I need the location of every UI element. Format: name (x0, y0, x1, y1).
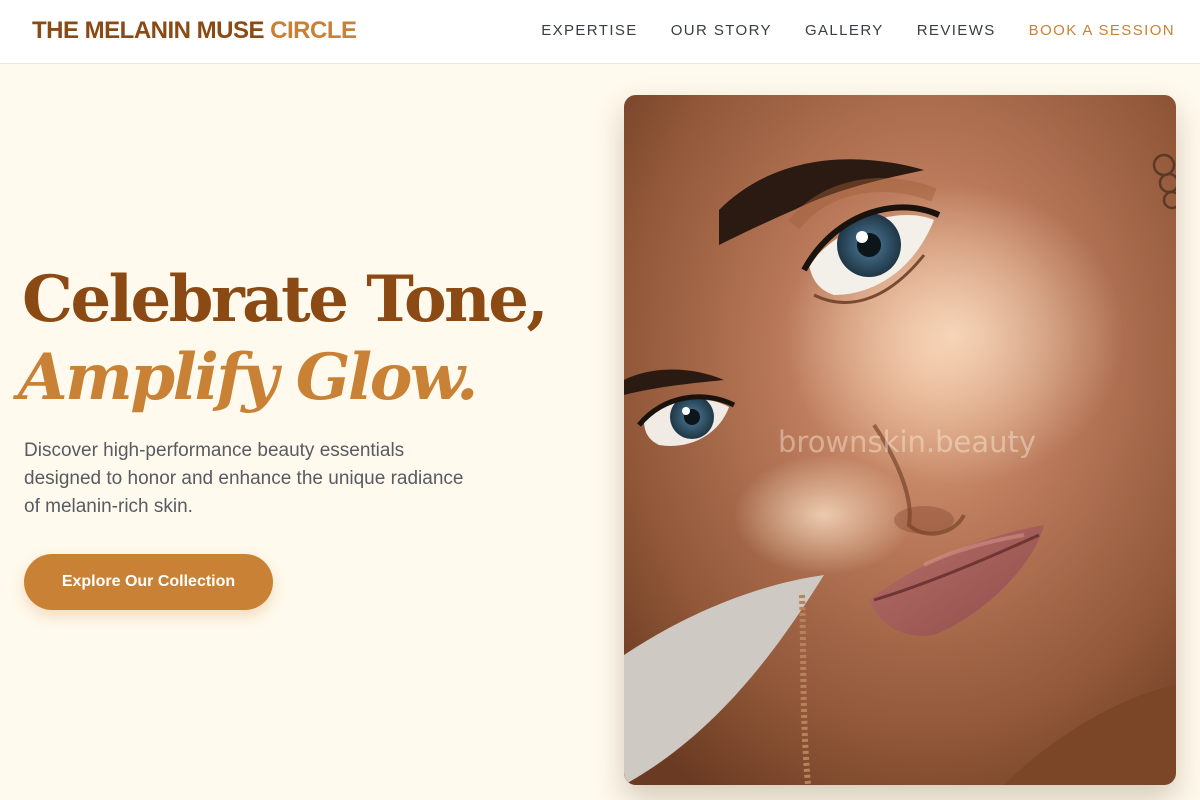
brand-name-accent: CIRCLE (270, 17, 357, 44)
nav-link-reviews[interactable]: REVIEWS (917, 22, 996, 39)
hero-headline-accent: Amplify Glow. (18, 340, 478, 415)
hero-section: Celebrate Tone, Amplify Glow. Discover h… (0, 65, 1200, 800)
brand-logo[interactable]: THE MELANIN MUSE CIRCLE (32, 17, 357, 45)
hero-headline: Celebrate Tone, (22, 262, 549, 337)
nav-menu: EXPERTISE OUR STORY GALLERY REVIEWS BOOK… (541, 22, 1175, 39)
hero-portrait-image: brownskin.beauty (624, 95, 1176, 785)
nav-link-book-session[interactable]: BOOK A SESSION (1029, 22, 1175, 39)
top-navigation: THE MELANIN MUSE CIRCLE EXPERTISE OUR ST… (0, 0, 1200, 64)
nav-link-expertise[interactable]: EXPERTISE (541, 22, 638, 39)
nav-link-our-story[interactable]: OUR STORY (671, 22, 772, 39)
explore-collection-button[interactable]: Explore Our Collection (24, 554, 273, 610)
image-watermark: brownskin.beauty (778, 425, 1037, 459)
hero-description: Discover high-performance beauty essenti… (24, 440, 464, 517)
brand-name: THE MELANIN MUSE (32, 17, 265, 44)
nav-link-gallery[interactable]: GALLERY (805, 22, 884, 39)
